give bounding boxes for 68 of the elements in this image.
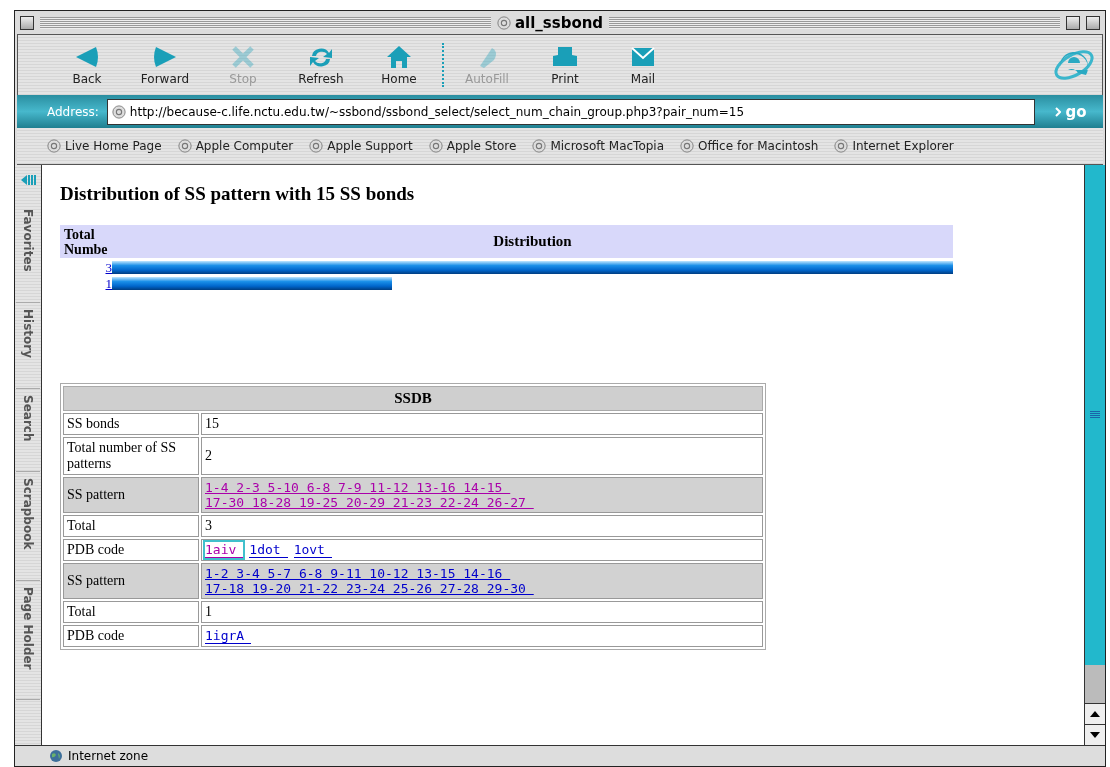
sidebar-toggle-icon[interactable] [20, 173, 36, 187]
toolbar-button[interactable]: Print [526, 44, 604, 86]
table-cell: Total [63, 601, 199, 623]
status-text: Internet zone [68, 749, 149, 763]
address-label: Address: [47, 104, 99, 119]
at-icon [111, 104, 126, 119]
favorite-button[interactable]: Office for Macintosh [680, 139, 819, 153]
table-cell: PDB code [63, 625, 199, 647]
window-title: all_ssbond [514, 13, 604, 32]
favorite-button[interactable]: Apple Support [309, 139, 413, 153]
at-icon [680, 139, 695, 153]
table-cell: SS bonds [63, 413, 199, 435]
up-arrow-icon [1090, 711, 1100, 717]
at-icon [177, 139, 192, 153]
column-header: Distribution [492, 233, 573, 250]
pattern-link[interactable]: 1-4 2-3 5-10 6-8 7-9 11-12 13-16 14-15 17-30 18-28 19-25 20-29 21-23 22-24 26-27 [205, 480, 534, 510]
table-title: SSDB [63, 386, 763, 411]
pattern-link[interactable]: 1-2 3-4 5-7 6-8 9-11 10-12 13-15 14-16 17-18 19-20 21-22 23-24 25-26 27-28 29-30 [205, 566, 534, 596]
favorite-button[interactable]: Internet Explorer [834, 139, 954, 153]
toolbar-button[interactable]: Mail [604, 44, 682, 86]
scroll-up-button[interactable] [1085, 703, 1105, 724]
table-cell: 1 [201, 601, 763, 623]
sidebar-tab[interactable]: Search [16, 388, 40, 473]
collapse-box[interactable] [1086, 15, 1100, 30]
sidebar-tab[interactable]: History [16, 302, 40, 389]
scrollbar[interactable] [1084, 165, 1105, 745]
table-cell: Total [63, 515, 199, 537]
table-cell: 2 [201, 437, 763, 475]
toolbar-button[interactable]: Forward [126, 44, 204, 86]
column-header: Total Numbe [63, 226, 109, 257]
sidebar-tab[interactable]: Page Holder [16, 580, 40, 701]
toolbar-button[interactable]: Refresh [282, 44, 360, 86]
sidebar-tab[interactable]: Favorites [16, 203, 40, 303]
count-link[interactable]: 1 [105, 276, 112, 291]
scroll-down-button[interactable] [1085, 724, 1105, 745]
pdb-code-link[interactable]: 1ovt [293, 542, 332, 558]
pdb-code-link[interactable]: 1aiv [205, 542, 244, 558]
table-cell: SS pattern [63, 563, 199, 599]
sidebar-tab[interactable]: Scrapbook [16, 472, 40, 581]
close-box[interactable] [20, 15, 34, 30]
table-cell: SS pattern [63, 477, 199, 513]
pdb-code-link[interactable]: 1dot [249, 542, 288, 558]
at-icon [47, 139, 61, 153]
address-field[interactable]: http://because-c.life.nctu.edu.tw/~ssbond/ssbond_select/select_num_chain_group.php3?pair_num=15 [106, 98, 1035, 125]
table-cell: PDB code [63, 539, 199, 561]
count-link[interactable]: 3 [105, 260, 112, 275]
chevron-icon [1055, 106, 1062, 117]
pdb-code-link[interactable]: 1igrA [205, 628, 252, 644]
favorite-button[interactable]: Apple Computer [177, 139, 294, 153]
favorite-button[interactable]: Microsoft MacTopia [532, 139, 665, 153]
toolbar-button[interactable]: Home [360, 44, 438, 86]
at-icon [496, 15, 511, 30]
grip-icon [1090, 411, 1100, 419]
favorite-button[interactable]: Apple Store [428, 139, 517, 153]
page-heading: Distribution of SS pattern with 15 SS bonds [60, 183, 416, 205]
table-cell: Total number of SS patterns [63, 437, 199, 475]
at-icon [309, 139, 324, 153]
scroll-thumb[interactable] [1085, 165, 1105, 665]
table-cell: 3 [201, 515, 763, 537]
zoom-box[interactable] [1066, 15, 1080, 30]
at-icon [428, 139, 443, 153]
toolbar-button[interactable]: Back [48, 44, 126, 86]
down-arrow-icon [1090, 732, 1100, 738]
at-icon [532, 139, 547, 153]
globe-icon [49, 749, 63, 763]
table-cell: 15 [201, 413, 763, 435]
at-icon [834, 139, 849, 153]
favorite-button[interactable]: Live Home Page [47, 139, 162, 153]
